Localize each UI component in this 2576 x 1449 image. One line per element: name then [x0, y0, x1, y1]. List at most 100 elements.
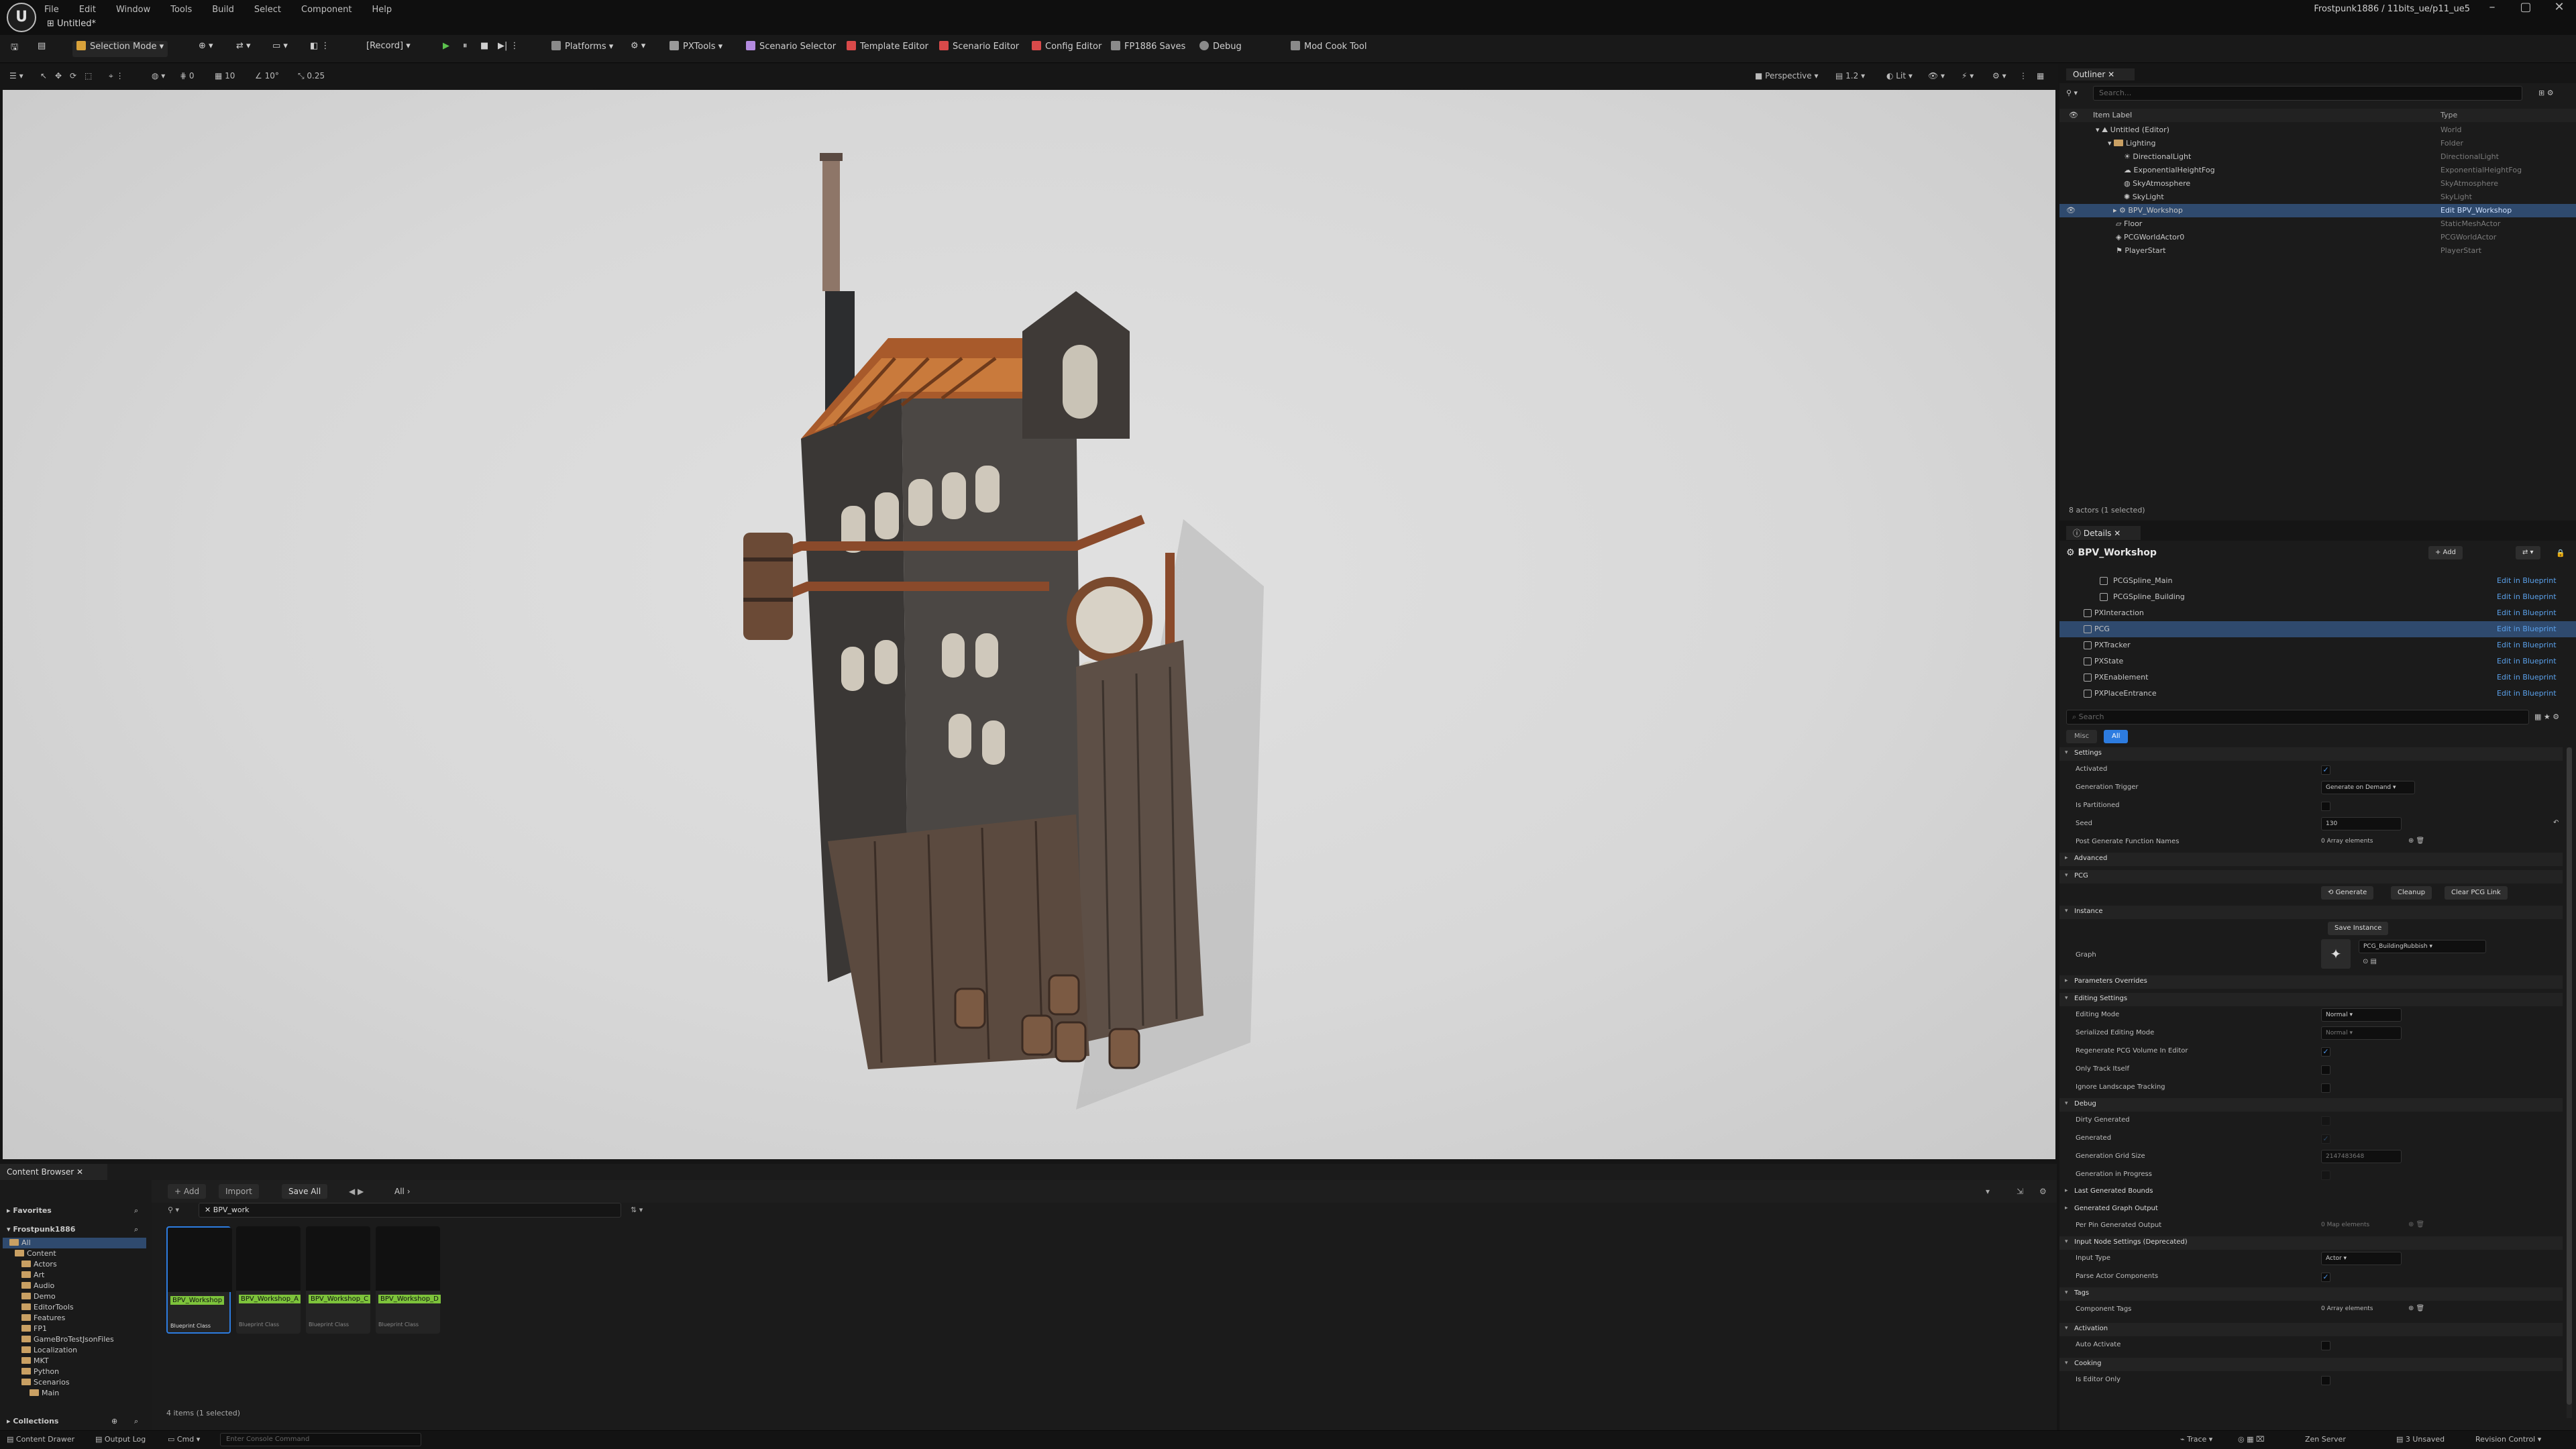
component-row[interactable]: PCGSpline_Main Edit in Blueprint	[2059, 573, 2576, 589]
details-tab[interactable]: ⓘ Details ✕	[2066, 526, 2141, 540]
section-activation[interactable]: ▾ Activation	[2059, 1323, 2563, 1336]
asset-tile[interactable]: BPV_Workshop_D Blueprint Class	[376, 1226, 441, 1334]
save-all-button[interactable]: Save All	[282, 1184, 328, 1199]
edit-in-blueprint-link[interactable]: Edit in Blueprint	[2497, 592, 2557, 601]
folder-item[interactable]: All	[3, 1238, 146, 1248]
config-editor-button[interactable]: Config Editor	[1028, 41, 1106, 57]
collections-header[interactable]: ▸ Collections	[7, 1416, 58, 1427]
folder-item[interactable]: Art	[3, 1270, 146, 1281]
outliner-row[interactable]: ▾ Lighting Folder	[2059, 137, 2576, 150]
component-row[interactable]: PCGSpline_Building Edit in Blueprint	[2059, 589, 2576, 605]
details-search-input[interactable]: ⌕ Search	[2066, 710, 2529, 724]
favorites-search-icon[interactable]: ⌕	[134, 1205, 138, 1216]
folder-item[interactable]: Localization	[3, 1345, 146, 1356]
details-scrollbar[interactable]	[2567, 747, 2572, 1418]
blueprint-options-icon[interactable]: ⇄ ▾	[2516, 546, 2540, 559]
asset-tile[interactable]: BPV_Workshop_C Blueprint Class	[306, 1226, 371, 1334]
import-button[interactable]: Import	[219, 1184, 259, 1199]
unsaved-button[interactable]: ▤ 3 Unsaved	[2396, 1435, 2445, 1444]
clear-pcg-link-button[interactable]: Clear PCG Link	[2445, 886, 2508, 900]
add-button[interactable]: + Add	[168, 1184, 207, 1199]
viewport-settings-icon[interactable]: ⚙ ▾	[1992, 71, 2006, 83]
content-drawer-button[interactable]: ▤ Content Drawer	[7, 1435, 74, 1444]
filter-all-tab[interactable]: All	[2104, 730, 2129, 743]
pxtools-button[interactable]: PXTools ▾	[665, 41, 727, 57]
rotation-snap-value[interactable]: ∠ 10°	[255, 71, 279, 83]
edit-in-blueprint-link[interactable]: Edit in Blueprint	[2497, 689, 2557, 698]
reset-icon[interactable]: ↶	[2553, 819, 2559, 826]
type-column[interactable]: Type	[2440, 111, 2457, 119]
section-last-bounds[interactable]: ▸ Last Generated Bounds	[2059, 1185, 2563, 1199]
editor-only-checkbox[interactable]	[2321, 1376, 2330, 1385]
debug-button[interactable]: Debug	[1195, 41, 1246, 57]
section-pcg[interactable]: ▾ PCG	[2059, 870, 2563, 883]
folder-item[interactable]: Features	[3, 1313, 146, 1324]
component-row[interactable]: PXInteraction Edit in Blueprint	[2059, 605, 2576, 621]
auto-activate-checkbox[interactable]	[2321, 1341, 2330, 1350]
section-instance[interactable]: ▾ Instance	[2059, 906, 2563, 919]
component-row[interactable]: PXEnablement Edit in Blueprint	[2059, 669, 2576, 686]
document-tab[interactable]: ⊞ Untitled*	[47, 19, 96, 34]
ignore-landscape-checkbox[interactable]	[2321, 1083, 2330, 1093]
selection-mode-dropdown[interactable]: Selection Mode ▾	[72, 41, 168, 57]
edit-in-blueprint-link[interactable]: Edit in Blueprint	[2497, 657, 2557, 665]
generate-button[interactable]: ⟲ Generate	[2321, 886, 2374, 900]
menu-select[interactable]: Select	[254, 5, 281, 15]
activated-checkbox[interactable]: ✓	[2321, 765, 2330, 775]
folder-item[interactable]: Main	[3, 1388, 146, 1399]
surface-snap-icon[interactable]: ⌖ ⋮	[109, 71, 124, 83]
fp-saves-button[interactable]: FP1886 Saves	[1107, 41, 1189, 57]
menu-build[interactable]: Build	[212, 5, 234, 15]
project-search-icon[interactable]: ⌕	[134, 1224, 138, 1235]
cmd-dropdown[interactable]: ▭ Cmd ▾	[168, 1435, 200, 1444]
output-log-button[interactable]: ▤ Output Log	[95, 1435, 146, 1444]
history-icon[interactable]: ◀ ▶	[342, 1184, 370, 1199]
filter-icon[interactable]: ⚲ ▾	[168, 1205, 179, 1214]
minimize-icon[interactable]: –	[2475, 0, 2509, 16]
details-scroll-thumb[interactable]	[2567, 747, 2572, 1405]
cleanup-button[interactable]: Cleanup	[2391, 886, 2432, 900]
outliner-row[interactable]: ◈ PCGWorldActor0 PCGWorldActor	[2059, 231, 2576, 244]
scenario-editor-button[interactable]: Scenario Editor	[935, 41, 1023, 57]
outliner-row[interactable]: ☁ ExponentialHeightFog ExponentialHeightF…	[2059, 164, 2576, 177]
tags-add-icon[interactable]: ⊕ 🗑	[2408, 1305, 2424, 1312]
mod-cook-tool-button[interactable]: Mod Cook Tool	[1287, 41, 1371, 57]
edit-in-blueprint-link[interactable]: Edit in Blueprint	[2497, 673, 2557, 682]
unreal-logo-icon[interactable]: U	[7, 3, 36, 32]
outliner-row[interactable]: ▱ Floor StaticMeshActor	[2059, 217, 2576, 231]
outliner-tab[interactable]: Outliner ✕	[2066, 68, 2135, 80]
menu-component[interactable]: Component	[301, 5, 352, 15]
component-row[interactable]: PXTracker Edit in Blueprint	[2059, 637, 2576, 653]
folder-item[interactable]: Actors	[3, 1259, 146, 1270]
menu-tools[interactable]: Tools	[170, 5, 192, 15]
asset-tile[interactable]: BPV_Workshop Blueprint Class	[166, 1226, 232, 1334]
close-icon[interactable]: ✕	[2542, 0, 2576, 16]
grid-snap-value[interactable]: ▦ 10	[215, 71, 235, 83]
asset-tile[interactable]: BPV_Workshop_A Blueprint Class	[236, 1226, 301, 1334]
outliner-row[interactable]: ⚑ PlayerStart PlayerStart	[2059, 244, 2576, 258]
only-track-checkbox[interactable]	[2321, 1065, 2330, 1075]
perspective-dropdown[interactable]: ■ Perspective ▾	[1755, 71, 1819, 83]
editing-mode-dropdown[interactable]: Normal ▾	[2321, 1008, 2402, 1022]
folder-item[interactable]: Demo	[3, 1291, 146, 1302]
edit-in-blueprint-link[interactable]: Edit in Blueprint	[2497, 608, 2557, 617]
zen-server-button[interactable]: Zen Server	[2305, 1435, 2346, 1444]
folder-item[interactable]: MKT	[3, 1356, 146, 1366]
maximize-icon[interactable]: ▢	[2509, 0, 2542, 16]
folder-item[interactable]: Content	[3, 1248, 146, 1259]
folder-item[interactable]: GameBroTestJsonFiles	[3, 1334, 146, 1345]
outliner-row[interactable]: ✺ SkyLight SkyLight	[2059, 191, 2576, 204]
dock-icon[interactable]: ⇲	[2010, 1184, 2030, 1199]
outliner-row[interactable]: ◍ SkyAtmosphere SkyAtmosphere	[2059, 177, 2576, 191]
rotate-tool-icon[interactable]: ⟳	[70, 71, 76, 83]
project-header[interactable]: ▾ Frostpunk1886	[7, 1224, 75, 1235]
menu-edit[interactable]: Edit	[79, 5, 96, 15]
play-icon[interactable]: ▶	[439, 41, 453, 57]
folder-item[interactable]: Audio	[3, 1281, 146, 1291]
scenario-selector-button[interactable]: Scenario Selector	[742, 41, 840, 57]
show-icon[interactable]: 👁 ▾	[1928, 71, 1945, 83]
label-column[interactable]: Item Label	[2093, 111, 2132, 119]
pause-icon[interactable]: ⏸	[459, 41, 472, 57]
path-breadcrumb[interactable]: All ›	[388, 1184, 417, 1199]
section-settings[interactable]: ▾ Settings	[2059, 747, 2563, 761]
